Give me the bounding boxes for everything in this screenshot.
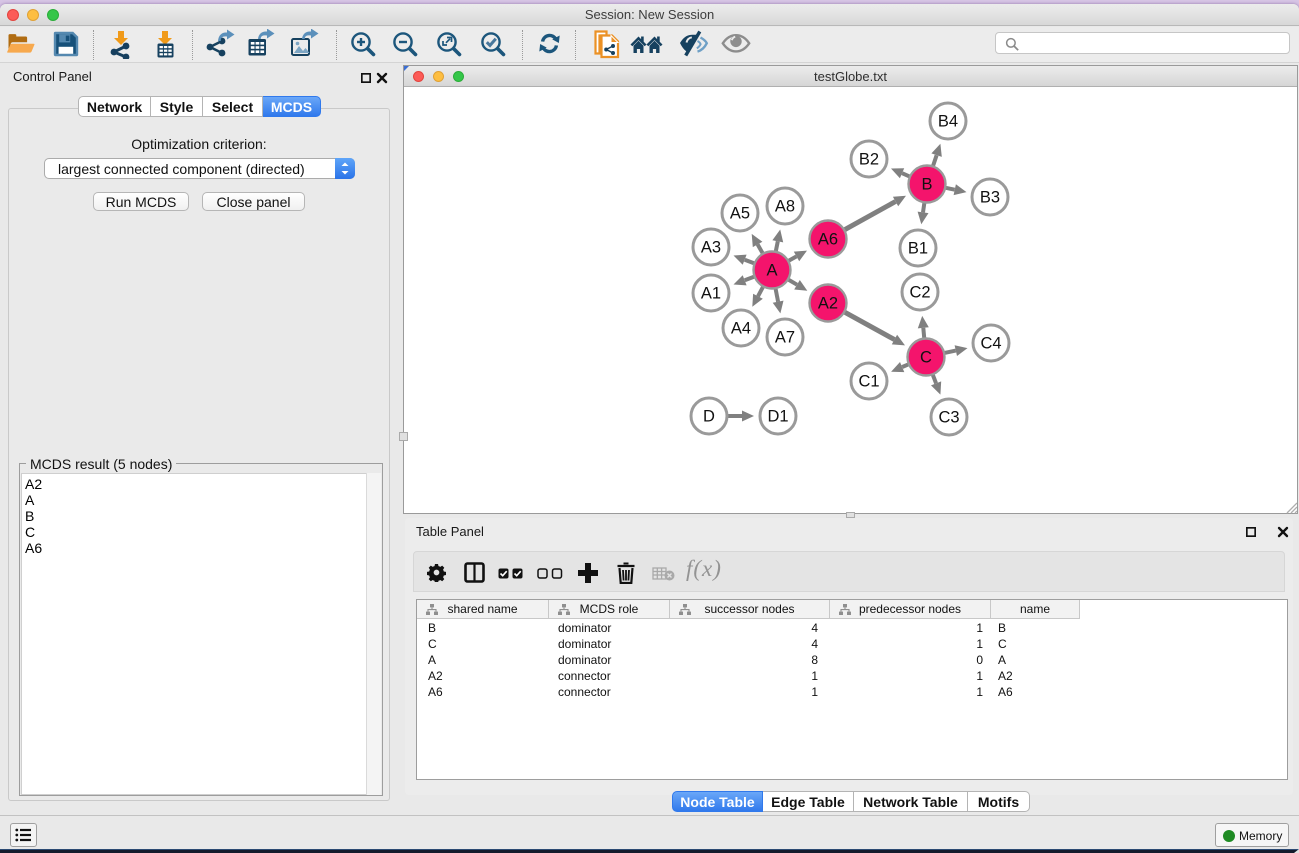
svg-text:A3: A3 [701, 239, 721, 257]
svg-text:B4: B4 [938, 113, 958, 131]
svg-text:A4: A4 [731, 320, 751, 338]
svg-text:B2: B2 [859, 151, 879, 169]
svg-text:C4: C4 [980, 335, 1001, 353]
svg-text:D: D [703, 408, 715, 426]
svg-text:B1: B1 [908, 240, 928, 258]
svg-text:A7: A7 [775, 329, 795, 347]
svg-text:B3: B3 [980, 189, 1000, 207]
svg-text:C2: C2 [909, 284, 930, 302]
svg-text:A5: A5 [730, 205, 750, 223]
svg-text:B: B [921, 176, 932, 194]
svg-text:C: C [920, 349, 932, 367]
svg-text:A1: A1 [701, 285, 721, 303]
svg-text:C1: C1 [858, 373, 879, 391]
svg-text:D1: D1 [767, 408, 788, 426]
svg-text:A8: A8 [775, 198, 795, 216]
svg-text:A2: A2 [818, 295, 838, 313]
svg-text:A: A [766, 262, 777, 280]
svg-text:A6: A6 [818, 231, 838, 249]
svg-text:C3: C3 [938, 409, 959, 427]
